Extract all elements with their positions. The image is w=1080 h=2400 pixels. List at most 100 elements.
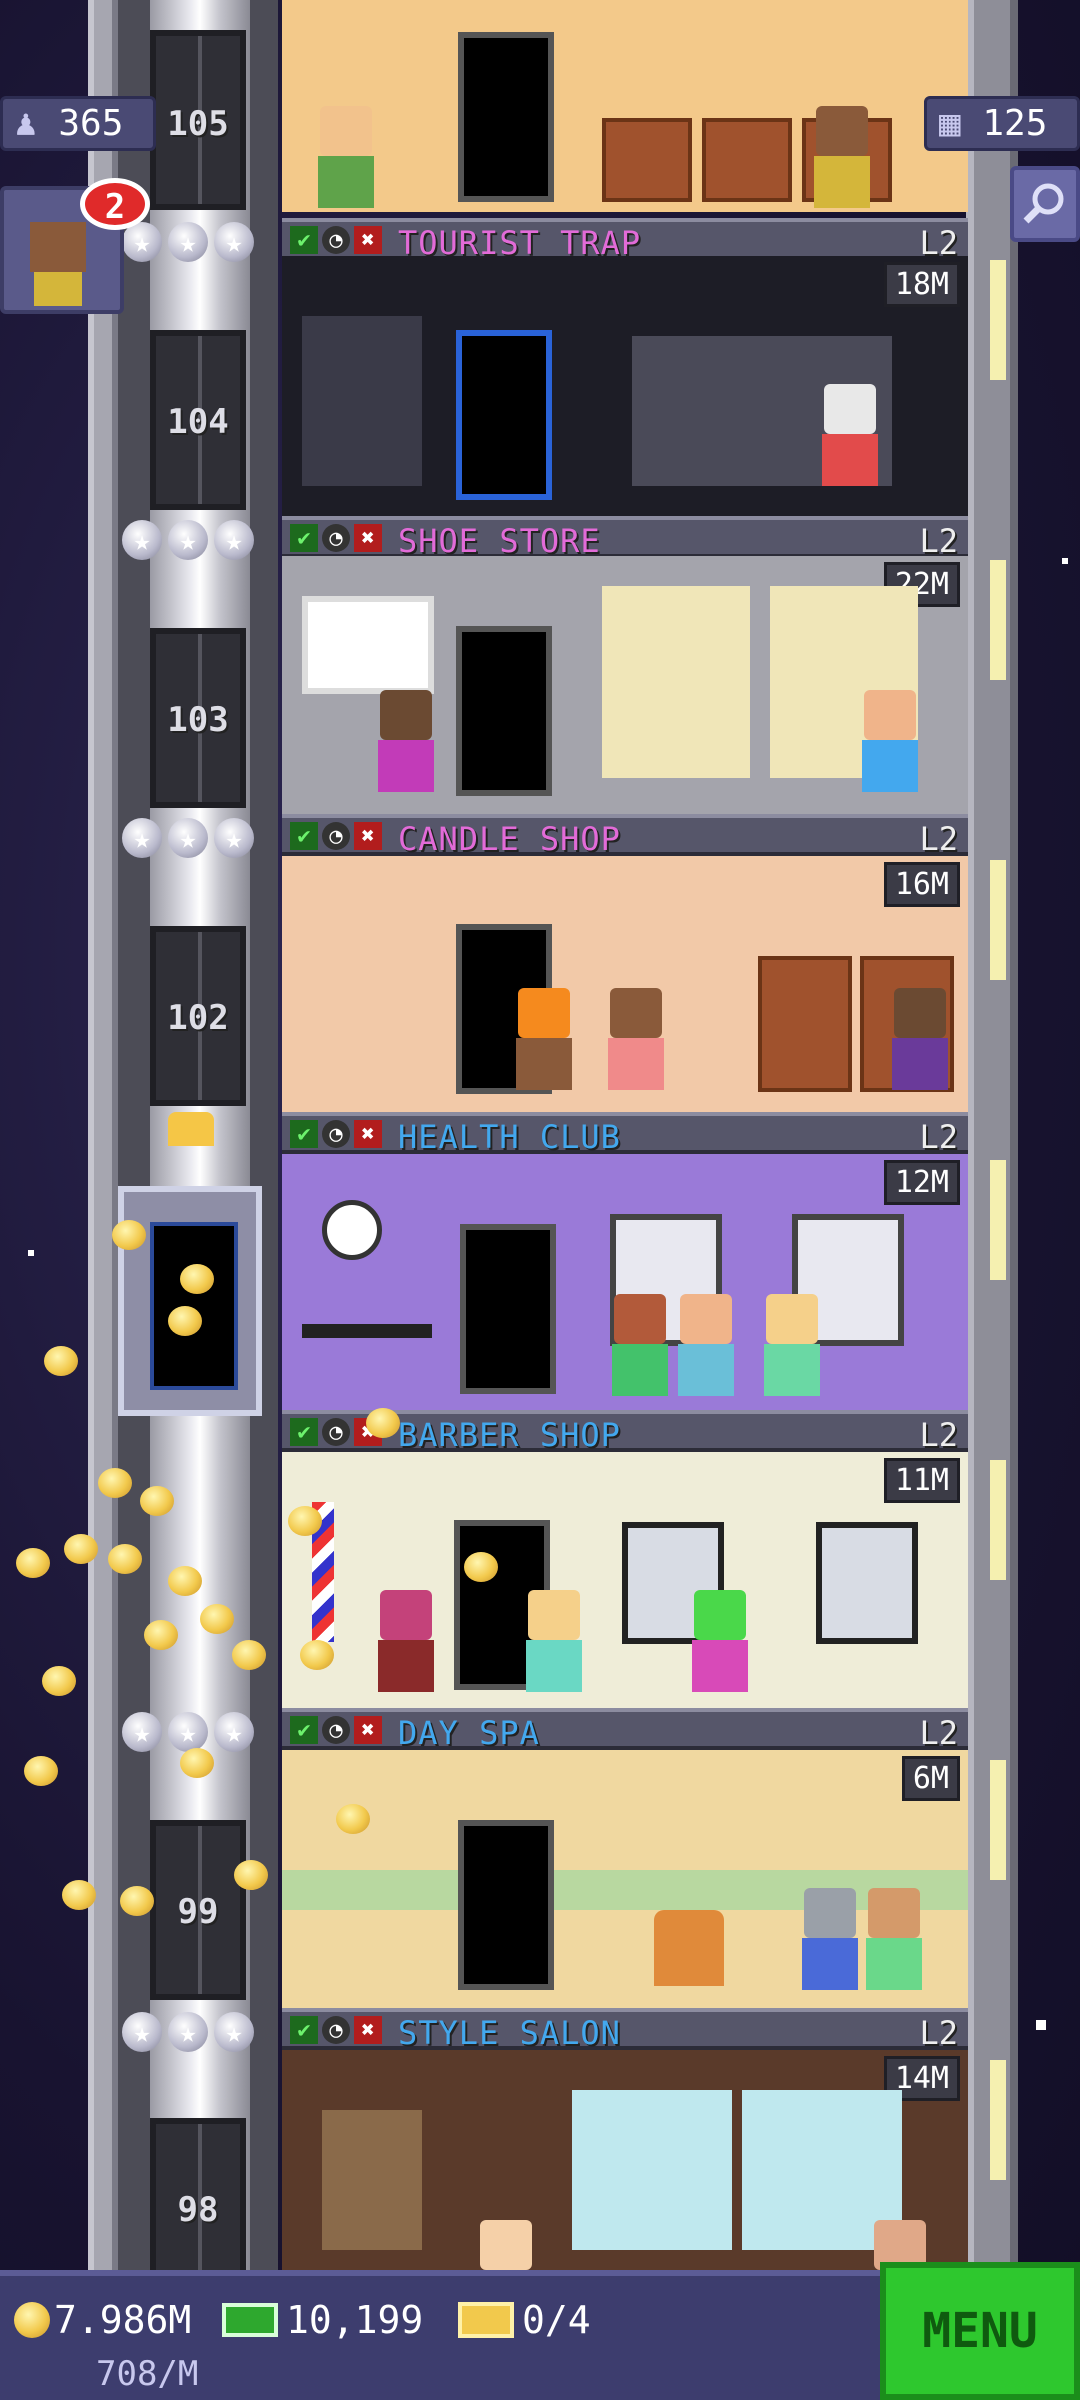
customer-person[interactable] (692, 1590, 748, 1692)
coin-icon (108, 1544, 142, 1574)
floor-bar-tourist-trap[interactable]: ✔ ◔ ✖ TOURIST TRAP L2 (282, 218, 968, 262)
window-light (990, 560, 1006, 680)
floor-bar-style-salon[interactable]: ✔ ◔ ✖ STYLE SALON L2 (282, 2008, 968, 2052)
gym-person[interactable] (678, 1294, 734, 1396)
person-head (680, 1294, 732, 1344)
shopkeeper-person[interactable] (822, 384, 878, 486)
visitor-avatar (30, 222, 86, 272)
check-icon: ✔ (290, 1418, 318, 1446)
wall-clock-icon (322, 1200, 382, 1260)
souvenir-shelf (602, 118, 692, 202)
floor-level: L2 (919, 820, 958, 858)
coin-icon (24, 1756, 58, 1786)
person-body (608, 1038, 664, 1090)
person-body (678, 1344, 734, 1396)
floor-number: 102 (167, 998, 229, 1038)
floor-bar-health-club[interactable]: ✔ ◔ ✖ HEALTH CLUB L2 (282, 1112, 968, 1156)
shopper-person[interactable] (862, 690, 918, 792)
floor-number: 98 (177, 2190, 219, 2230)
person-head (824, 384, 876, 434)
game-view[interactable]: 105 104 103 102 99 98 ✔ ◔ ✖ TOURIST TRAP… (0, 0, 1080, 2400)
check-icon: ✔ (290, 524, 318, 552)
star-icon: ★ (122, 520, 162, 560)
person-head (320, 106, 372, 156)
floor-level: L2 (919, 522, 958, 560)
tourist-person[interactable] (814, 106, 870, 208)
shopper-person[interactable] (608, 988, 664, 1090)
floor-tourist-trap[interactable] (282, 0, 968, 212)
star-sparkle (1036, 2020, 1046, 2030)
bux-icon (222, 2303, 278, 2337)
ticket-icon (458, 2302, 514, 2338)
shopper-person[interactable] (892, 988, 948, 1090)
customer-person[interactable] (526, 1590, 582, 1692)
close-icon: ✖ (354, 2016, 382, 2044)
floors-value: 125 (982, 103, 1048, 144)
floor-door (458, 32, 554, 202)
coins-value: 7.986M (54, 2298, 192, 2342)
floor-bar-candle-shop[interactable]: ✔ ◔ ✖ CANDLE SHOP L2 (282, 814, 968, 858)
spa-chair (654, 1910, 724, 1986)
floor-door (458, 1820, 554, 1990)
gym-person[interactable] (764, 1294, 820, 1396)
floor-shoe-store[interactable]: 18M (282, 256, 968, 516)
floor-name: STYLE SALON (398, 2014, 621, 2052)
coins-display[interactable]: 7.986M (14, 2298, 191, 2342)
floor-barber-shop[interactable]: 12M (282, 1154, 968, 1410)
coin-icon (200, 1604, 234, 1634)
search-icon (1023, 183, 1064, 224)
check-icon: ✔ (290, 2016, 318, 2044)
floor-status-icons: ✔ ◔ ✖ (290, 524, 382, 552)
shopper-person[interactable] (378, 690, 434, 792)
coin-icon (112, 1220, 146, 1250)
coin-icon (64, 1534, 98, 1564)
tickets-display[interactable]: 0/4 (458, 2298, 591, 2342)
salon-person[interactable] (478, 2220, 534, 2270)
star-icon: ★ (122, 818, 162, 858)
close-icon: ✖ (354, 524, 382, 552)
close-icon: ✖ (354, 1716, 382, 1744)
person-head (816, 106, 868, 156)
floors-grid-icon: ▦ (939, 103, 961, 144)
floor-bar-shoe-store[interactable]: ✔ ◔ ✖ SHOE STORE L2 (282, 516, 968, 560)
gym-person[interactable] (612, 1294, 668, 1396)
worker-person[interactable] (516, 988, 572, 1090)
bux-display[interactable]: 10,199 (222, 2298, 423, 2342)
salon-shelf (322, 2110, 422, 2250)
star-icon: ★ (214, 520, 254, 560)
coin-icon (168, 1306, 202, 1336)
elevator-car-door (150, 1222, 238, 1390)
star-icon: ★ (168, 818, 208, 858)
menu-button[interactable]: MENU (880, 2262, 1080, 2400)
person-head (868, 1888, 920, 1938)
floor-bar-day-spa[interactable]: ✔ ◔ ✖ DAY SPA L2 (282, 1708, 968, 1752)
person-head (614, 1294, 666, 1344)
tourist-person[interactable] (318, 106, 374, 208)
person-head (610, 988, 662, 1038)
floor-day-spa[interactable]: 11M (282, 1452, 968, 1708)
floor-style-salon[interactable]: 6M (282, 1750, 968, 2008)
notification-badge: 2 (80, 178, 150, 230)
population-counter[interactable]: ♟ 365 (0, 96, 156, 151)
floors-counter[interactable]: ▦ 125 (924, 96, 1080, 151)
floor-health-club[interactable]: 16M (282, 856, 968, 1112)
search-button[interactable] (1010, 166, 1080, 242)
floor-door (456, 626, 552, 796)
floor-candle-shop[interactable]: 22M (282, 556, 968, 814)
floor-98[interactable]: 14M (282, 2050, 968, 2270)
bux-value: 10,199 (286, 2298, 424, 2342)
floor-number: 104 (167, 402, 229, 442)
candle-shelf (758, 956, 852, 1092)
floor-name: CANDLE SHOP (398, 820, 621, 858)
floor-door (456, 330, 552, 500)
elevator-car[interactable] (118, 1186, 262, 1416)
spa-person[interactable] (866, 1888, 922, 1990)
person-head (694, 1590, 746, 1640)
coin-icon (98, 1468, 132, 1498)
floor-price: 16M (883, 862, 960, 907)
spa-person[interactable] (802, 1888, 858, 1990)
coin-icon (336, 1804, 370, 1834)
barber-person[interactable] (378, 1590, 434, 1692)
window-light (990, 1160, 1006, 1280)
person-body (764, 1344, 820, 1396)
